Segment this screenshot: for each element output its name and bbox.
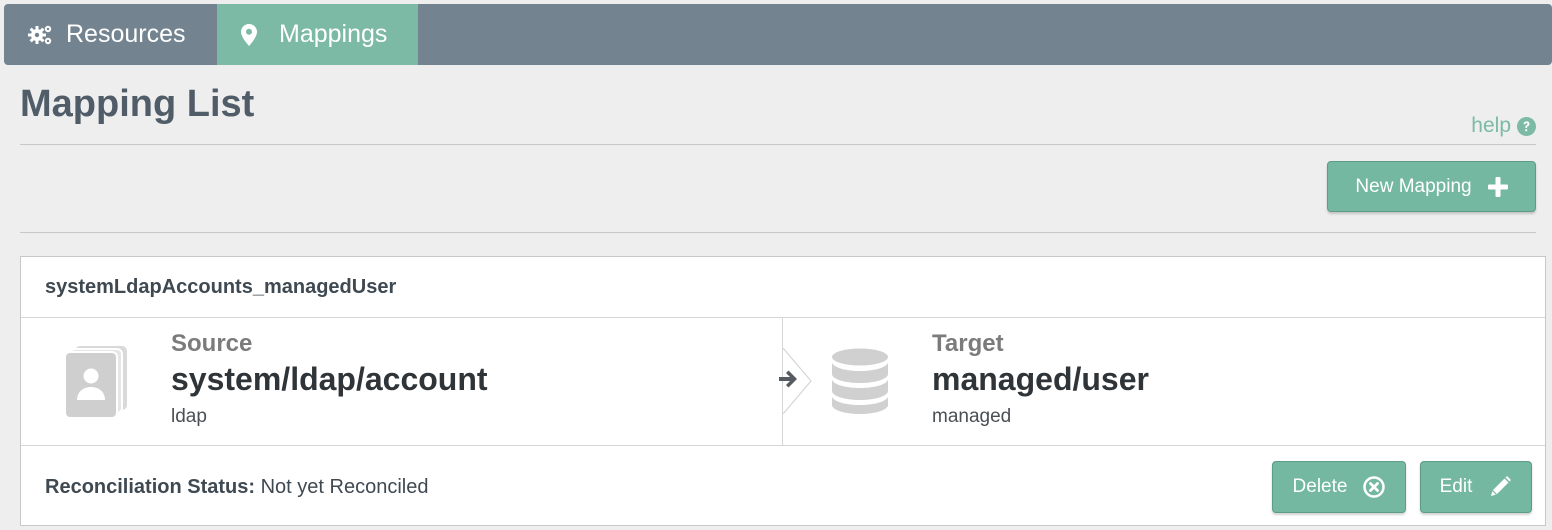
tab-resources-label: Resources [66, 20, 186, 48]
times-circle-icon [1363, 476, 1386, 498]
edit-button[interactable]: Edit [1420, 461, 1532, 513]
target-label: Target [932, 330, 1004, 357]
edit-label: Edit [1439, 476, 1473, 497]
source-name: system/ldap/account [171, 361, 488, 397]
pencil-icon [1488, 475, 1512, 499]
question-circle-icon [1517, 116, 1536, 136]
target-name: managed/user [932, 361, 1149, 397]
mapping-name[interactable]: systemLdapAccounts_managedUser [21, 257, 1545, 318]
tab-mappings-label: Mappings [279, 20, 388, 48]
target-connector: managed [932, 406, 1012, 427]
target-panel: Target managed/user managed [783, 318, 1545, 446]
database-icon [831, 348, 889, 419]
top-nav: Resources Mappings [4, 4, 1552, 65]
tab-mappings[interactable]: Mappings [217, 4, 418, 65]
map-marker-icon [241, 23, 257, 46]
user-card-stack-icon [64, 346, 129, 423]
reconciliation-status: Reconciliation Status: Not yet Reconcile… [45, 476, 428, 499]
new-mapping-label: New Mapping [1355, 175, 1472, 197]
tab-resources[interactable]: Resources [4, 4, 217, 65]
plus-icon [1487, 176, 1508, 197]
mapping-flow: Source system/ldap/account ldap Target m… [21, 318, 1545, 446]
header-divider [20, 144, 1536, 145]
help-label: help [1471, 114, 1511, 137]
source-connector: ldap [171, 406, 207, 427]
help-link[interactable]: help [1471, 114, 1536, 138]
source-label: Source [171, 330, 253, 357]
delete-label: Delete [1292, 476, 1348, 497]
reconciliation-status-label: Reconciliation Status: [45, 476, 256, 498]
new-mapping-button[interactable]: New Mapping [1327, 161, 1536, 212]
reconciliation-status-value: Not yet Reconciled [260, 476, 429, 498]
page-title: Mapping List [20, 83, 255, 125]
gears-icon [28, 24, 54, 46]
delete-button[interactable]: Delete [1272, 461, 1406, 513]
toolbar-divider [20, 232, 1536, 233]
source-panel: Source system/ldap/account ldap [21, 318, 783, 446]
